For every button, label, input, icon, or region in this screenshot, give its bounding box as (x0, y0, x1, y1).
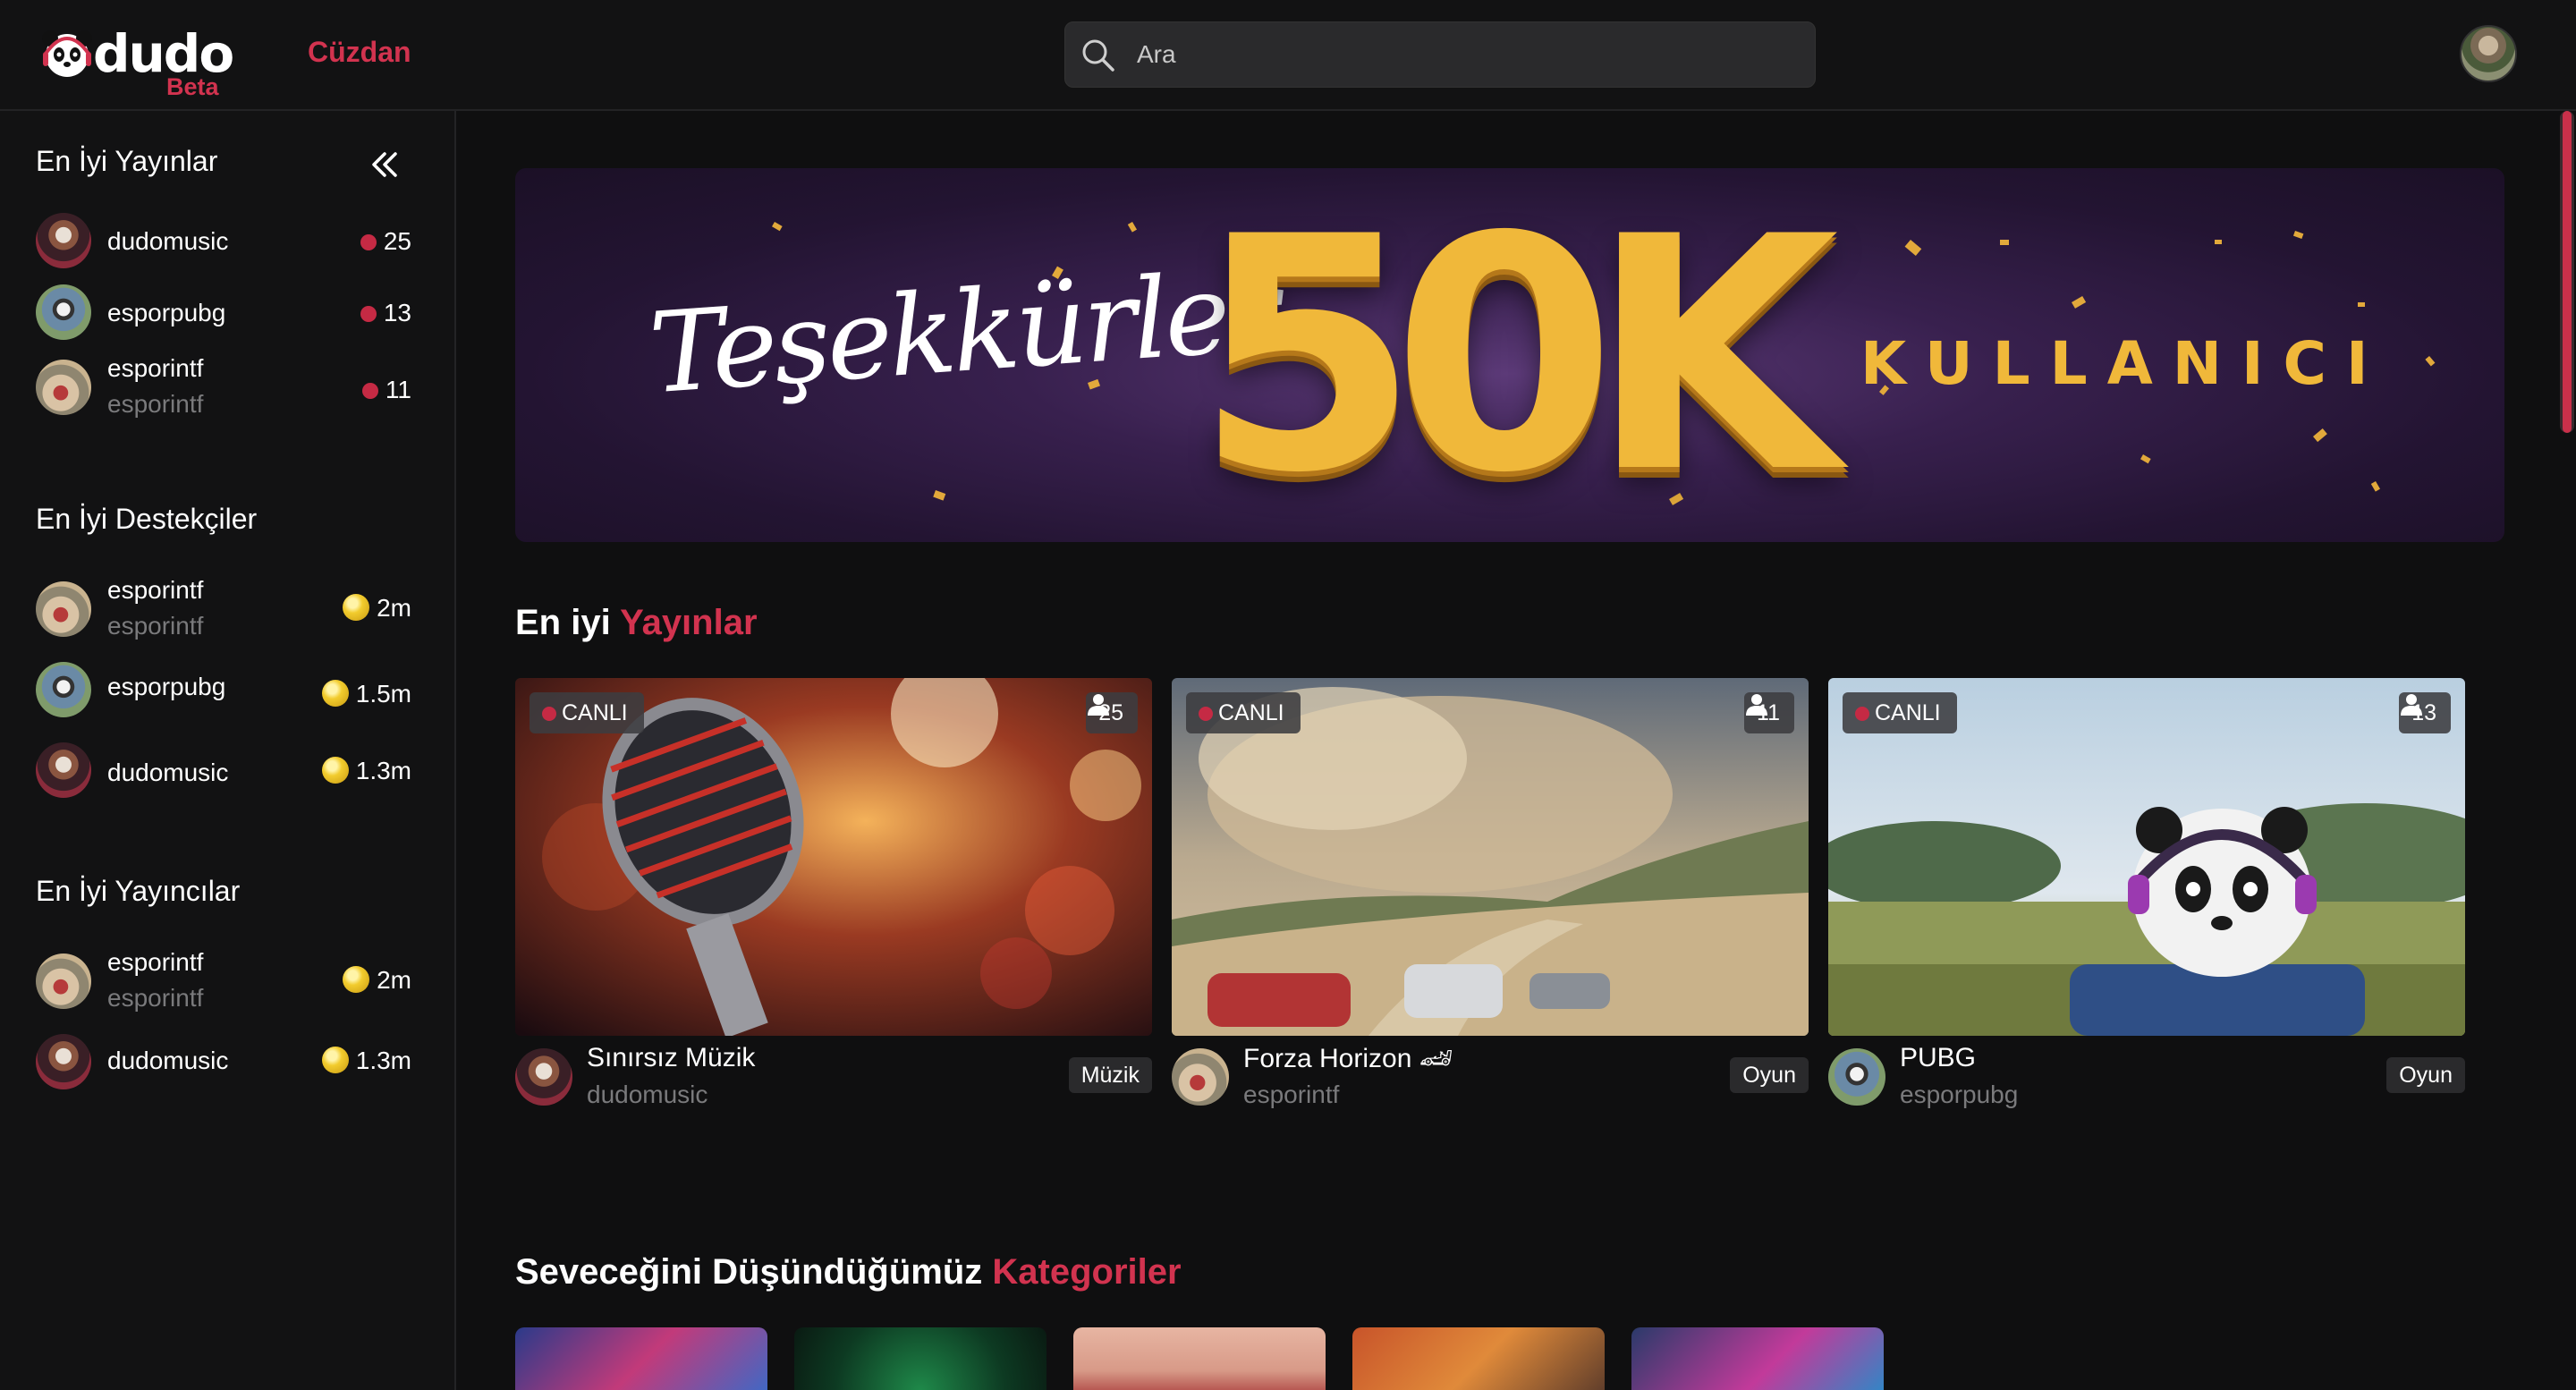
supporter-sub: esporintf (107, 612, 204, 640)
stream-card[interactable]: CANLI 13 PUBG esporpubg Oyun (1828, 678, 2465, 1116)
streamer-dudomusic[interactable]: dudomusic 1.3m (36, 1029, 411, 1091)
supporter-name: esporpubg (107, 673, 226, 700)
top-bar: dudo Beta Cüzdan (0, 0, 2576, 111)
search-bar[interactable] (1064, 21, 1816, 88)
stream-thumbnail[interactable]: CANLI 11 (1172, 678, 1809, 1036)
sidebar-item-name: esporpubg (107, 299, 226, 326)
live-badge: CANLI (530, 692, 644, 733)
support-amount: 1.5m (321, 680, 411, 708)
coin-icon (321, 757, 349, 784)
avatar (36, 662, 91, 717)
live-dot-icon (360, 234, 377, 250)
coin-icon (343, 966, 370, 993)
avatar (36, 213, 91, 268)
streamer-avatar[interactable] (515, 1048, 572, 1106)
category-tag[interactable]: Oyun (1730, 1057, 1809, 1093)
category-card[interactable] (1073, 1327, 1326, 1390)
streamer-sub: esporintf (107, 984, 204, 1012)
stream-title: Forza Horizon 🏎 (1243, 1044, 1453, 1073)
wallet-link[interactable]: Cüzdan (308, 36, 411, 69)
category-tag[interactable]: Oyun (2386, 1057, 2465, 1093)
promo-banner[interactable]: Teşekkürler 50K KULLANICI (515, 168, 2504, 542)
beta-badge: Beta (166, 73, 219, 100)
support-amount: 2m (343, 594, 411, 623)
user-icon (1746, 694, 1768, 716)
category-card[interactable] (515, 1327, 767, 1390)
avatar (36, 742, 91, 798)
avatar (36, 581, 91, 637)
page-scrollbar[interactable] (2560, 111, 2574, 433)
search-icon (1082, 39, 1114, 72)
viewer-badge: 13 (2399, 692, 2451, 733)
stream-username[interactable]: esporintf (1243, 1081, 1339, 1109)
stream-username[interactable]: esporpubg (1900, 1081, 2018, 1109)
user-avatar[interactable] (2460, 25, 2517, 82)
user-icon (1088, 694, 1110, 716)
collapse-icon[interactable] (367, 147, 402, 182)
categories-section-title: Seveceğini Düşündüğümüz Kategoriler (515, 1252, 1182, 1292)
top-streamers-title: En İyi Yayıncılar (36, 875, 241, 907)
sidebar: En İyi Yayınlar dudomusic 25 esporpubg 1… (0, 111, 456, 1390)
streamer-name: esporintf (107, 948, 204, 976)
sidebar-item-name: dudomusic (107, 227, 229, 255)
sidebar-item-name: esporintf (107, 354, 204, 382)
sidebar-item-dudomusic[interactable]: dudomusic 25 (36, 208, 411, 270)
category-card[interactable] (1352, 1327, 1605, 1390)
viewer-badge: 11 (1744, 692, 1794, 733)
stream-title: PUBG (1900, 1043, 1977, 1072)
avatar (36, 284, 91, 340)
streamer-amount: 2m (343, 966, 411, 995)
sidebar-item-sub: esporintf (107, 390, 204, 418)
viewer-badge: 25 (1086, 692, 1138, 733)
avatar (36, 360, 91, 415)
user-icon (2401, 694, 2423, 716)
banner-users-label: KULLANICI (1860, 329, 2388, 398)
support-amount: 1.3m (321, 757, 411, 785)
top-streams-title: En İyi Yayınlar (36, 145, 218, 177)
streamer-avatar[interactable] (1172, 1048, 1229, 1106)
live-dot-icon (542, 707, 556, 721)
stream-title: Sınırsız Müzik (587, 1043, 756, 1072)
supporter-dudomusic[interactable]: dudomusic 1.3m (36, 737, 411, 800)
app-root: dudo Beta Cüzdan En İyi Yayınlar dudomus… (0, 0, 2576, 1390)
supporter-esporintf[interactable]: esporintf esporintf 2m (36, 576, 411, 640)
sidebar-item-esporintf[interactable]: esporintf esporintf 11 (36, 354, 411, 418)
category-card[interactable] (1631, 1327, 1884, 1390)
live-dot-icon (1199, 707, 1213, 721)
logo[interactable]: dudo Beta (39, 23, 234, 100)
streamer-esporintf[interactable]: esporintf esporintf 2m (36, 948, 411, 1012)
viewer-count: 25 (360, 227, 411, 256)
stream-thumbnail[interactable]: CANLI 13 (1828, 678, 2465, 1036)
top-supporters-title: En İyi Destekçiler (36, 503, 258, 535)
stream-card[interactable]: CANLI 25 Sınırsız Müzik dudomusic Müzik (515, 678, 1152, 1116)
viewer-count: 13 (360, 299, 411, 327)
sidebar-item-esporpubg[interactable]: esporpubg 13 (36, 279, 411, 342)
streams-section-title: En iyi Yayınlar (515, 603, 758, 642)
live-dot-icon (361, 383, 378, 399)
live-dot-icon (1855, 707, 1869, 721)
supporter-name: dudomusic (107, 759, 229, 786)
panda-logo-icon (42, 30, 92, 77)
supporter-name: esporintf (107, 576, 204, 604)
coin-icon (321, 1047, 349, 1073)
avatar (36, 1034, 91, 1089)
category-tag[interactable]: Müzik (1068, 1057, 1152, 1093)
live-badge: CANLI (1843, 692, 1957, 733)
coin-icon (343, 594, 370, 621)
stream-card[interactable]: CANLI 11 Forza Horizon 🏎 esporintf Oyun (1172, 678, 1809, 1116)
search-input[interactable] (1137, 22, 1799, 87)
coin-icon (321, 680, 349, 707)
banner-big-number: 50K (1195, 168, 1839, 542)
viewer-count: 11 (361, 376, 411, 404)
streamer-name: dudomusic (107, 1047, 229, 1074)
streamer-avatar[interactable] (1828, 1048, 1885, 1106)
supporter-esporpubg[interactable]: esporpubg 1.5m (36, 657, 411, 719)
category-card[interactable] (794, 1327, 1046, 1390)
live-dot-icon (360, 306, 377, 322)
live-badge: CANLI (1186, 692, 1301, 733)
stream-thumbnail[interactable]: CANLI 25 (515, 678, 1152, 1036)
streamer-amount: 1.3m (321, 1047, 411, 1075)
stream-username[interactable]: dudomusic (587, 1081, 708, 1109)
avatar (36, 954, 91, 1009)
